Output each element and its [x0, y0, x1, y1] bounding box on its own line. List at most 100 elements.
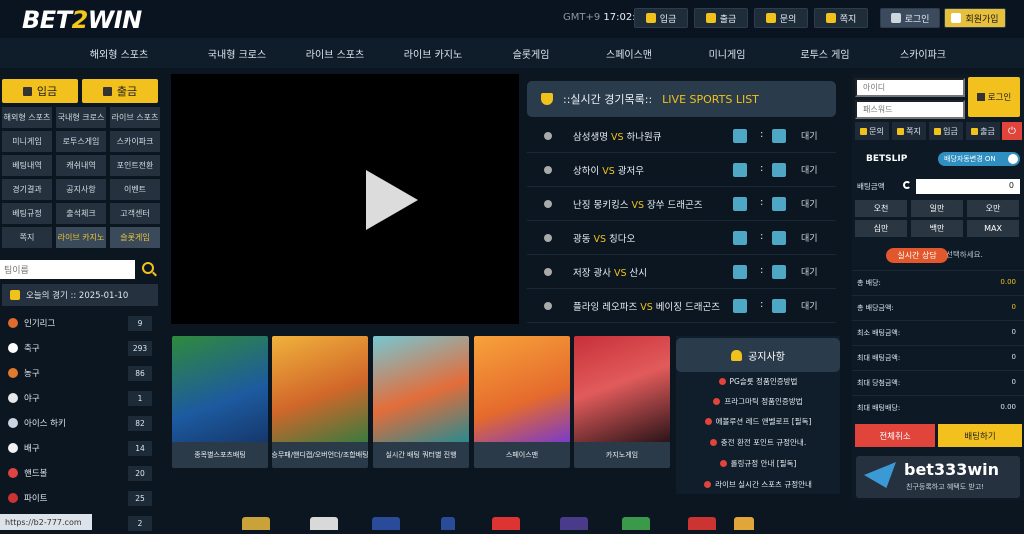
menu-item[interactable]: 스카이파크	[110, 131, 160, 152]
video-player[interactable]	[171, 74, 519, 324]
auto-odds-toggle[interactable]: 배당자동변경 ON	[938, 152, 1020, 166]
sport-row[interactable]: 배구 14	[0, 437, 160, 459]
chip-button[interactable]: 백만	[911, 220, 963, 237]
user-id-input[interactable]	[855, 78, 965, 97]
deposit-button[interactable]: 입금	[2, 79, 78, 103]
notice-item[interactable]: 프라그마틱 정품인증방법	[676, 396, 840, 407]
league-logo	[734, 517, 754, 530]
menu-item[interactable]: 베팅내역	[2, 155, 52, 176]
message-button[interactable]: 쪽지	[892, 122, 926, 140]
sport-row[interactable]: 야구 1	[0, 387, 160, 409]
sport-row[interactable]: 핸드볼 20	[0, 462, 160, 484]
login-icon	[890, 13, 901, 23]
team-search-input[interactable]	[0, 260, 135, 279]
deposit-button-right[interactable]: 입금	[929, 122, 963, 140]
menu-item[interactable]: 미니게임	[2, 131, 52, 152]
menu-item[interactable]: 슬롯게임	[110, 227, 160, 248]
match-row[interactable]: 플라잉 레오파즈 VS 베이징 드래곤즈: 대기	[527, 290, 836, 323]
notice-item[interactable]: PG슬롯 정품인증방법	[676, 376, 840, 387]
sport-row[interactable]: 인기리그 9	[0, 312, 160, 334]
game-card-live-bet[interactable]: 실시간 배팅 쿼터별 진행	[373, 336, 469, 468]
game-card-sports[interactable]: 종목별스포츠배팅	[172, 336, 268, 468]
menu-item[interactable]: 포인트전환	[110, 155, 160, 176]
match-row[interactable]: 난징 몽키킹스 VS 장쑤 드래곤즈: 대기	[527, 188, 836, 221]
chip-button[interactable]: 일만	[911, 200, 963, 217]
chip-button[interactable]: 십만	[855, 220, 907, 237]
league-logo	[310, 517, 338, 530]
match-row[interactable]: 상하이 VS 광저우: 대기	[527, 154, 836, 187]
notice-item[interactable]: 라이브 실시간 스포츠 규정안내	[676, 479, 840, 490]
sport-row[interactable]: 농구 86	[0, 362, 160, 384]
login-button[interactable]: 로그인	[968, 77, 1020, 117]
ball-icon	[544, 200, 552, 208]
live-list-header: ::실시간 경기목록:: LIVE SPORTS LIST	[527, 81, 836, 117]
search-icon[interactable]	[142, 262, 154, 274]
minus-icon	[971, 127, 979, 135]
menu-item[interactable]: 경기결과	[2, 179, 52, 200]
top-message-button[interactable]: 쪽지	[814, 8, 868, 28]
menu-item[interactable]: 이벤트	[110, 179, 160, 200]
sport-row[interactable]: 아이스 하키 82	[0, 412, 160, 434]
notice-item[interactable]: 롤링규정 안내 [필독]	[676, 458, 840, 469]
lock-icon	[733, 299, 747, 313]
inquiry-button[interactable]: 문의	[855, 122, 889, 140]
withdraw-button[interactable]: 출금	[82, 79, 158, 103]
nav-live-casino[interactable]: 라이브 카지노	[384, 38, 482, 68]
game-card-spaceman[interactable]: 스페이스맨	[474, 336, 570, 468]
chip-button[interactable]: 오천	[855, 200, 907, 217]
bet-amount-input[interactable]: 0	[916, 179, 1020, 194]
ball-icon	[544, 132, 552, 140]
minus-circle-icon	[704, 418, 712, 425]
chip-button[interactable]: 오만	[967, 200, 1019, 217]
match-row[interactable]: 저장 광사 VS 산시: 대기	[527, 256, 836, 289]
top-signup-button[interactable]: 회원가입	[944, 8, 1006, 28]
power-icon[interactable]: ⏻	[1002, 122, 1022, 140]
refresh-icon[interactable]	[903, 181, 911, 189]
play-icon[interactable]	[366, 170, 418, 230]
top-login-button[interactable]: 로그인	[880, 8, 940, 28]
nav-live-sports[interactable]: 라이브 스포츠	[286, 38, 384, 68]
nav-slot-game[interactable]: 슬롯게임	[482, 38, 580, 68]
telegram-promo[interactable]: bet333win 친구등록하고 혜택도 받고!	[856, 456, 1020, 498]
sport-row[interactable]: 파이트 25	[0, 487, 160, 509]
menu-item[interactable]: 공지사항	[56, 179, 106, 200]
notice-item[interactable]: 에볼루션 레드 앤벨로프 [필독]	[676, 416, 840, 427]
menu-item[interactable]: 쪽지	[2, 227, 52, 248]
top-inquiry-button[interactable]: 문의	[754, 8, 808, 28]
right-panel: 로그인 문의 쪽지 입금 출금 ⏻ BETSLIP 배당자동변경 ON 배팅금액…	[852, 74, 1024, 500]
match-row[interactable]: 삼성생명 VS 하나원큐: 대기	[527, 120, 836, 153]
place-bet-button[interactable]: 배팅하기	[938, 424, 1022, 447]
nav-overseas-sports[interactable]: 해외형 스포츠	[50, 38, 188, 68]
match-row[interactable]: 광동 VS 칭다오: 대기	[527, 222, 836, 255]
summary-line: 총 배당: 0.00	[852, 270, 1024, 294]
top-withdraw-button[interactable]: 출금	[694, 8, 748, 28]
password-input[interactable]	[855, 100, 965, 119]
menu-item[interactable]: 해외형 스포츠	[2, 107, 52, 128]
withdraw-button-right[interactable]: 출금	[966, 122, 1000, 140]
top-deposit-button[interactable]: 입금	[634, 8, 688, 28]
nav-mini-game[interactable]: 미니게임	[678, 38, 776, 68]
nav-sky-park[interactable]: 스카이파크	[874, 38, 972, 68]
chip-button[interactable]: MAX	[967, 220, 1019, 237]
game-card-cross[interactable]: 승무패/핸디캡/오버언더/조합배팅	[272, 336, 368, 468]
menu-item[interactable]: 베팅규정	[2, 203, 52, 224]
site-logo[interactable]: BET2WIN	[22, 6, 142, 34]
league-logo	[372, 517, 400, 530]
live-consult-button[interactable]: 실시간 상담	[886, 248, 948, 263]
nav-domestic-cross[interactable]: 국내형 크로스	[188, 38, 286, 68]
nav-lotus-game[interactable]: 로투스 게임	[776, 38, 874, 68]
plus-icon	[645, 13, 656, 23]
notice-item[interactable]: 충전 환전 포인트 규정안내.	[676, 437, 840, 448]
menu-item[interactable]: 라이브 카지노	[56, 227, 106, 248]
menu-item[interactable]: 라이브 스포츠	[110, 107, 160, 128]
nav-spaceman[interactable]: 스페이스맨	[580, 38, 678, 68]
sport-row[interactable]: 축구 293	[0, 337, 160, 359]
cancel-all-button[interactable]: 전체취소	[855, 424, 935, 447]
menu-item[interactable]: 캐쉬내역	[56, 155, 106, 176]
menu-item[interactable]: 출석체크	[56, 203, 106, 224]
minus-circle-icon	[719, 460, 727, 467]
game-card-casino[interactable]: 카지노게임	[574, 336, 670, 468]
menu-item[interactable]: 국내형 크로스	[56, 107, 106, 128]
menu-item[interactable]: 로투스게임	[56, 131, 106, 152]
menu-item[interactable]: 고객센터	[110, 203, 160, 224]
